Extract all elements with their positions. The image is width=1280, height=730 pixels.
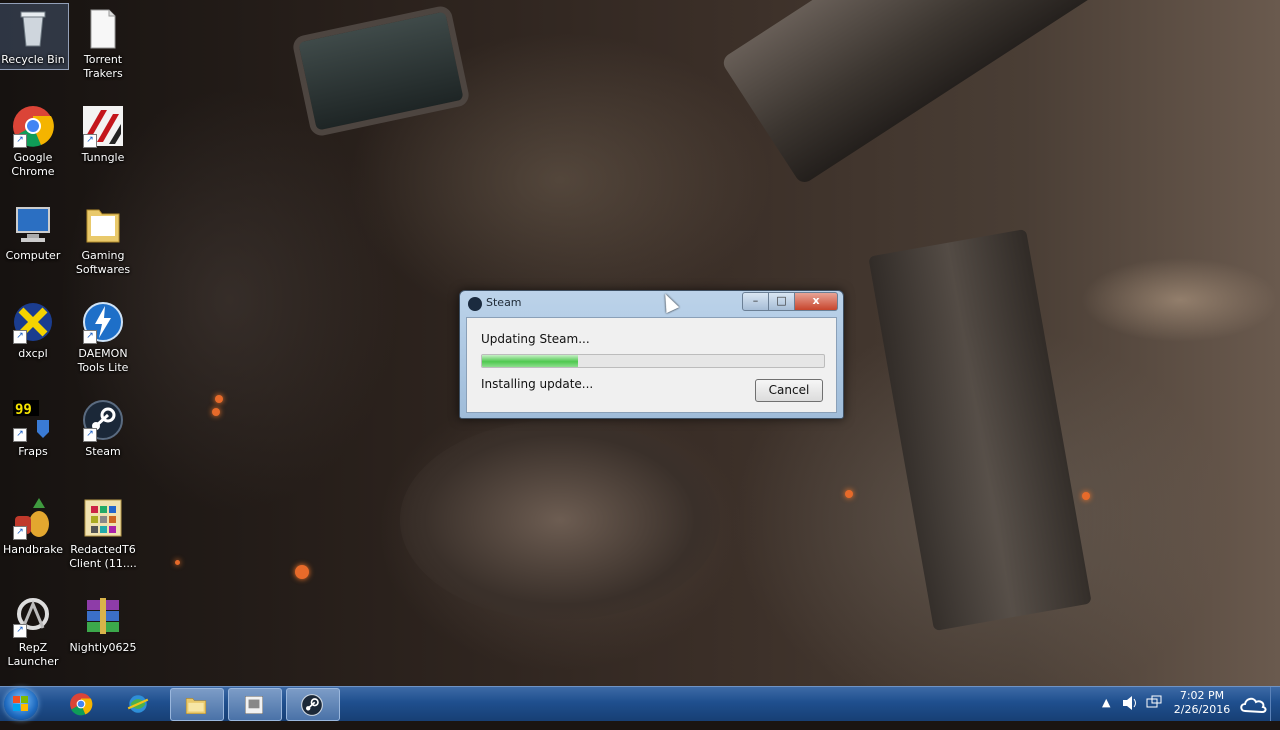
handbrake-icon: ↗ xyxy=(11,496,55,540)
shortcut-arrow-icon: ↗ xyxy=(13,624,27,638)
taskbar-explorer[interactable] xyxy=(170,688,224,721)
desktop-icon-daemon-tools[interactable]: ↗ DAEMON Tools Lite xyxy=(68,300,138,375)
desktop-icon-recycle-bin[interactable]: Recycle Bin xyxy=(0,3,69,70)
desktop-icon-label: Handbrake xyxy=(3,543,63,556)
network-icon[interactable] xyxy=(1146,695,1162,729)
onedrive-cloud-icon[interactable] xyxy=(1238,693,1268,727)
taskbar-media[interactable] xyxy=(228,688,282,721)
desktop-icon-google-chrome[interactable]: ↗ Google Chrome xyxy=(0,104,68,179)
desktop-icon-label: Computer xyxy=(5,249,61,262)
desktop-icon-redactedt6[interactable]: RedactedT6 Client (11.... xyxy=(68,496,138,571)
repz-icon: ↗ xyxy=(11,594,55,638)
desktop-icon-nightly0625[interactable]: Nightly0625 xyxy=(68,594,138,655)
update-status-text: Updating Steam... xyxy=(481,332,590,346)
wallpaper-ember xyxy=(1082,492,1090,500)
chrome-icon: ↗ xyxy=(11,104,55,148)
system-clock[interactable]: 7:02 PM 2/26/2016 xyxy=(1170,689,1234,717)
desktop-icon-repz-launcher[interactable]: ↗ RepZ Launcher xyxy=(0,594,68,669)
desktop-icon-torrent-trakers[interactable]: Torrent Trakers xyxy=(68,6,138,81)
cancel-button[interactable]: Cancel xyxy=(755,379,823,402)
desktop-icon-fraps[interactable]: 99 ↗ Fraps xyxy=(0,398,68,459)
wallpaper-weapon-body xyxy=(868,228,1092,632)
dxcpl-icon: ↗ xyxy=(11,300,55,344)
desktop-icon-computer[interactable]: Computer xyxy=(0,202,68,263)
desktop-icon-gaming-softwares[interactable]: Gaming Softwares xyxy=(68,202,138,277)
wallpaper-ember xyxy=(845,490,853,498)
shortcut-arrow-icon: ↗ xyxy=(13,428,27,442)
shortcut-arrow-icon: ↗ xyxy=(13,330,27,344)
shortcut-arrow-icon: ↗ xyxy=(13,526,27,540)
dialog-body: Updating Steam... Installing update... C… xyxy=(466,317,837,413)
desktop-icon-label: Recycle Bin xyxy=(1,53,65,66)
daemon-tools-icon: ↗ xyxy=(81,300,125,344)
close-button[interactable]: x xyxy=(794,292,838,311)
desktop-icon-label: Google Chrome xyxy=(11,151,55,178)
recycle-bin-icon xyxy=(11,6,55,50)
clock-date: 2/26/2016 xyxy=(1173,703,1231,716)
desktop-icon-label: Gaming Softwares xyxy=(75,249,131,276)
winrar-icon xyxy=(81,594,125,638)
desktop-icon-dxcpl[interactable]: ↗ dxcpl xyxy=(0,300,68,361)
wallpaper-ember xyxy=(175,560,180,565)
windows-logo-icon xyxy=(13,696,29,712)
steam-icon xyxy=(468,297,482,311)
folder-icon xyxy=(81,202,125,246)
desktop-icon-steam[interactable]: ↗ Steam xyxy=(68,398,138,459)
desktop-icon-label: Fraps xyxy=(18,445,48,458)
dialog-titlebar[interactable]: Steam – □ x xyxy=(460,291,843,315)
media-window-icon xyxy=(245,696,263,714)
shortcut-arrow-icon: ↗ xyxy=(13,134,27,148)
shortcut-arrow-icon: ↗ xyxy=(83,428,97,442)
minimize-button[interactable]: – xyxy=(742,292,769,311)
wallpaper-ember xyxy=(212,408,220,416)
taskbar: ▲ 7:02 PM 2/26/2016 xyxy=(0,686,1280,721)
clock-time: 7:02 PM xyxy=(1179,689,1225,702)
network-globe-icon xyxy=(127,695,149,713)
desktop-icon-tunngle[interactable]: ↗ Tunngle xyxy=(68,104,138,165)
shortcut-arrow-icon: ↗ xyxy=(83,134,97,148)
dialog-title: Steam xyxy=(486,296,522,309)
desktop-icon-label: Nightly0625 xyxy=(69,641,137,654)
desktop-icon-label: Steam xyxy=(85,445,121,458)
computer-icon xyxy=(11,202,55,246)
steam-icon xyxy=(301,694,323,716)
chrome-icon xyxy=(70,693,93,716)
tunngle-icon: ↗ xyxy=(81,104,125,148)
explorer-folder-icon xyxy=(185,698,207,714)
taskbar-steam[interactable] xyxy=(286,688,340,721)
fraps-icon: 99 ↗ xyxy=(11,398,55,442)
steam-update-dialog: Steam – □ x Updating Steam... Installing… xyxy=(459,290,844,419)
steam-icon: ↗ xyxy=(81,398,125,442)
desktop-icon-label: RepZ Launcher xyxy=(7,641,59,668)
desktop-icon-handbrake[interactable]: ↗ Handbrake xyxy=(0,496,68,557)
taskbar-network[interactable] xyxy=(113,688,165,719)
redacted-icon xyxy=(81,496,125,540)
desktop-icon-label: Torrent Trakers xyxy=(83,53,123,80)
show-desktop-button[interactable] xyxy=(1270,687,1280,721)
svg-text:99: 99 xyxy=(15,402,32,418)
taskbar-chrome[interactable] xyxy=(56,688,108,719)
volume-icon[interactable] xyxy=(1122,694,1138,728)
progress-fill xyxy=(482,355,578,367)
wallpaper-ember xyxy=(215,395,223,403)
maximize-button[interactable]: □ xyxy=(768,292,795,311)
update-detail-text: Installing update... xyxy=(481,377,594,391)
show-hidden-icons-button[interactable]: ▲ xyxy=(1102,696,1110,730)
wallpaper-ember xyxy=(295,565,309,579)
desktop-icon-label: dxcpl xyxy=(18,347,48,360)
desktop-icon-label: RedactedT6 Client (11.... xyxy=(69,543,137,570)
update-progress-bar xyxy=(481,354,825,368)
wallpaper-weapon-detail xyxy=(720,0,1238,186)
wallpaper-watch-detail xyxy=(291,4,471,138)
desktop-icon-label: DAEMON Tools Lite xyxy=(77,347,129,374)
wallpaper-arm-detail xyxy=(400,420,720,620)
shortcut-arrow-icon: ↗ xyxy=(83,330,97,344)
document-icon xyxy=(81,6,125,50)
start-button[interactable] xyxy=(4,688,38,720)
desktop-icon-label: Tunngle xyxy=(81,151,125,164)
